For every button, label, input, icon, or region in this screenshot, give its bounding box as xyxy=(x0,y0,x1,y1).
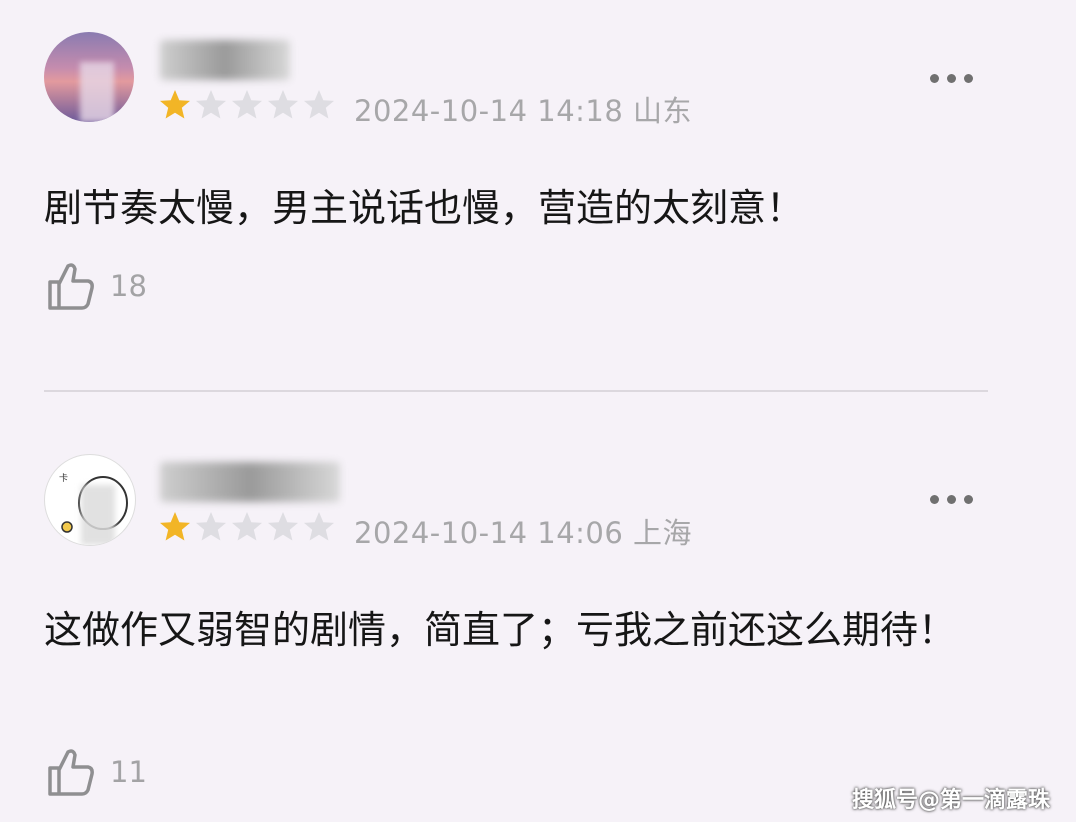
more-icon[interactable] xyxy=(930,74,973,83)
star-icon xyxy=(266,88,300,122)
star-icon xyxy=(302,88,336,122)
comment-text: 剧节奏太慢，男主说话也慢，营造的太刻意！ xyxy=(44,186,805,230)
star-icon xyxy=(230,510,264,544)
like-button[interactable]: 18 xyxy=(46,260,147,312)
star-icon xyxy=(194,88,228,122)
star-icon xyxy=(194,510,228,544)
avatar-blur-mask xyxy=(80,62,114,122)
avatar[interactable] xyxy=(44,32,134,122)
star-icon xyxy=(158,510,192,544)
username-blurred[interactable] xyxy=(160,462,340,502)
comment-text: 这做作又弱智的剧情，简直了；亏我之前还这么期待！ xyxy=(44,608,957,652)
divider xyxy=(44,390,988,392)
star-icon xyxy=(230,88,264,122)
comment-meta: 2024-10-14 14:18 山东 xyxy=(354,94,693,128)
like-icon xyxy=(46,746,96,798)
more-icon[interactable] xyxy=(930,495,973,504)
avatar[interactable]: 卡 xyxy=(44,454,136,546)
like-count: 18 xyxy=(110,269,147,303)
star-icon xyxy=(266,510,300,544)
star-icon xyxy=(158,88,192,122)
avatar-blur-mask xyxy=(81,485,115,545)
comment-meta: 2024-10-14 14:06 上海 xyxy=(354,516,693,550)
like-button[interactable]: 11 xyxy=(46,746,147,798)
rating-stars xyxy=(158,510,336,544)
watermark: 搜狐号@第一滴露珠 xyxy=(851,788,1050,813)
star-icon xyxy=(302,510,336,544)
username-blurred[interactable] xyxy=(160,40,290,80)
svg-text:卡: 卡 xyxy=(59,472,68,484)
like-icon xyxy=(46,260,96,312)
rating-stars xyxy=(158,88,336,122)
like-count: 11 xyxy=(110,755,147,789)
